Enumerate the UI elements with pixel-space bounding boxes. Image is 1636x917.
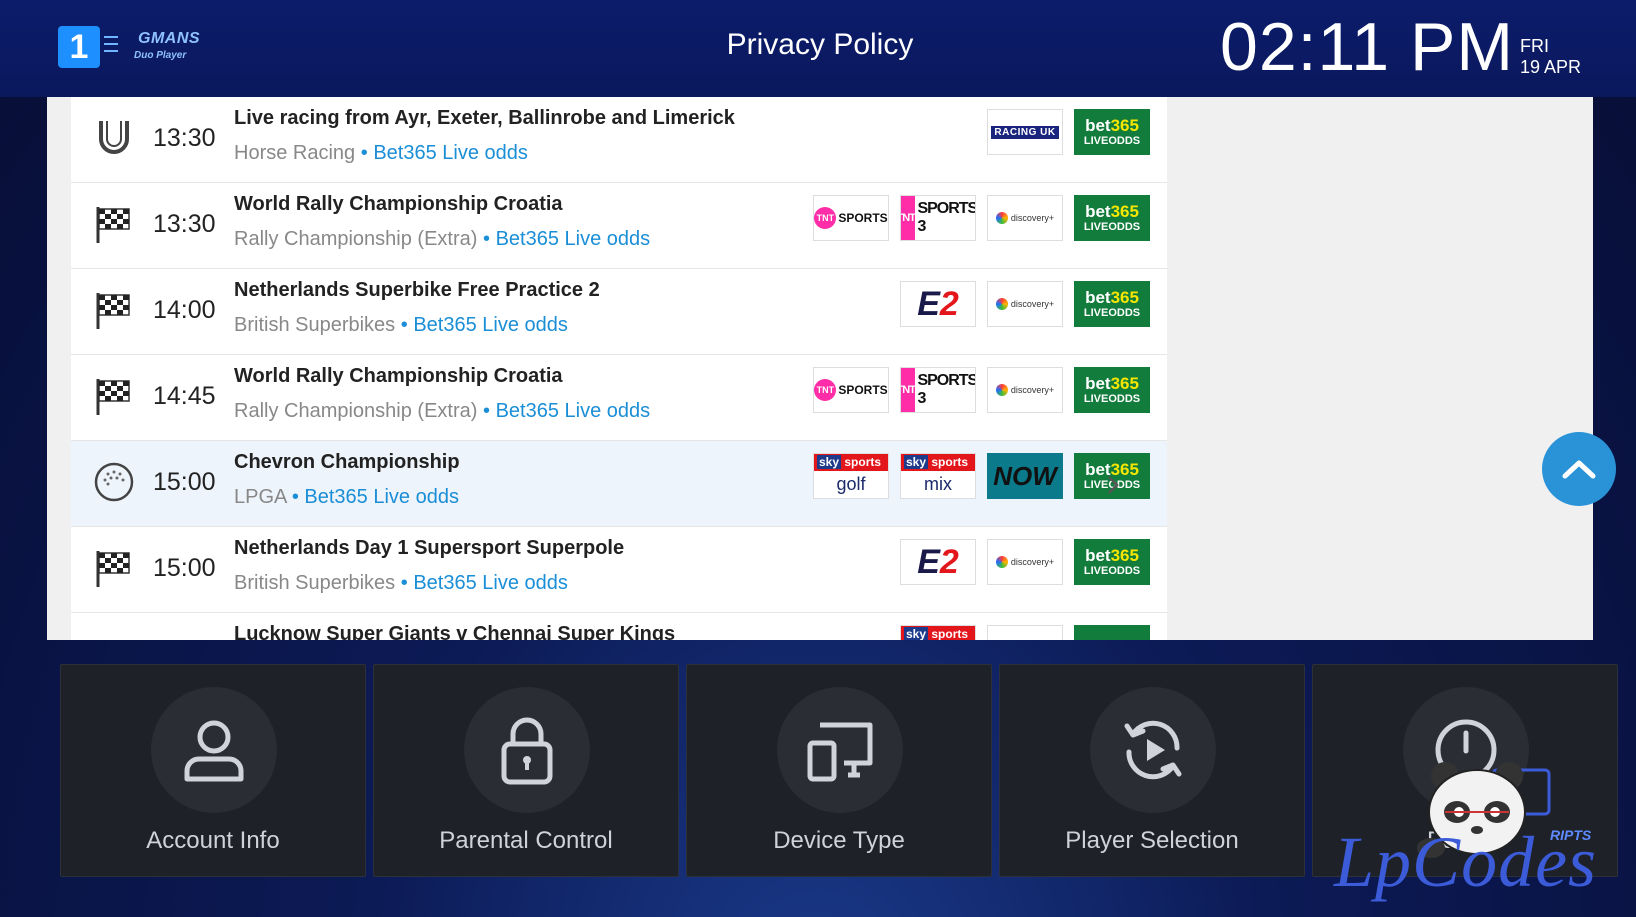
channel-logo-sky-sports: sky sports bbox=[900, 625, 976, 640]
privacy-policy-webview[interactable]: 13:30 Live racing from Ayr, Exeter, Ball… bbox=[47, 97, 1593, 640]
event-title[interactable]: World Rally Championship Croatia bbox=[234, 193, 563, 216]
menu-tile-account-info[interactable]: Account Info bbox=[60, 664, 366, 877]
channel-logo-bet365: bet365 LIVEODDS bbox=[1074, 539, 1150, 585]
channel-logo-eurosport-2: E2 bbox=[900, 281, 976, 327]
event-subtitle: Rally Championship (Extra) • Bet365 Live… bbox=[234, 400, 651, 422]
devices-icon bbox=[807, 722, 873, 782]
clock-date: FRI 19 APR bbox=[1520, 36, 1581, 78]
event-time: 15:00 bbox=[153, 554, 216, 582]
channel-logo-bet365: bet365 LIVEODDS bbox=[1074, 367, 1150, 413]
menu-tile-icon-circle bbox=[151, 687, 277, 813]
live-odds-link[interactable]: Bet365 Live odds bbox=[413, 314, 568, 336]
menu-tile-label: Parental Control bbox=[439, 827, 613, 854]
app-logo: 1 GMANS Duo Player bbox=[58, 26, 218, 70]
chevron-up-icon bbox=[1562, 460, 1596, 479]
page-title: Privacy Policy bbox=[726, 28, 914, 61]
logo-speed-lines bbox=[104, 36, 118, 60]
schedule-row[interactable]: 14:45 World Rally Championship Croatia R… bbox=[71, 355, 1167, 441]
channel-logo-racing-uk: RACING UK bbox=[987, 109, 1063, 155]
event-time: 15:00 bbox=[153, 468, 216, 496]
logo-text: GMANS bbox=[138, 30, 201, 47]
menu-tile-label: Account Info bbox=[146, 827, 280, 854]
event-category: British Superbikes bbox=[234, 314, 396, 336]
watermark-text: LpCodes bbox=[1334, 822, 1598, 902]
channel-logo-sky-sports-mix: sky sports mix bbox=[900, 453, 976, 499]
live-odds-link[interactable]: Bet365 Live odds bbox=[496, 400, 651, 422]
clock-day-month: 19 APR bbox=[1520, 57, 1582, 77]
event-subtitle: LPGA • Bet365 Live odds bbox=[234, 486, 459, 508]
channel-logo-tnt-sports: TNT SPORTS bbox=[813, 195, 889, 241]
event-title[interactable]: Chevron Championship bbox=[234, 451, 460, 474]
event-category: Rally Championship (Extra) bbox=[234, 400, 478, 422]
checkered-flag-icon bbox=[96, 293, 130, 329]
checkered-flag-icon bbox=[96, 379, 130, 415]
channel-logo-partial bbox=[987, 625, 1063, 640]
chevron-right-icon[interactable] bbox=[1105, 473, 1121, 497]
event-title[interactable]: World Rally Championship Croatia bbox=[234, 365, 563, 388]
channel-logo-tnt-sports-3: TNTSPORTS 3 bbox=[900, 367, 976, 413]
play-refresh-icon bbox=[1124, 720, 1182, 780]
menu-tile-device-type[interactable]: Device Type bbox=[686, 664, 992, 877]
event-category: British Superbikes bbox=[234, 572, 396, 594]
live-odds-link[interactable]: Bet365 Live odds bbox=[373, 142, 528, 164]
menu-tile-label: Device Type bbox=[773, 827, 905, 854]
channel-logo-eurosport-2: E2 bbox=[900, 539, 976, 585]
event-subtitle: Horse Racing • Bet365 Live odds bbox=[234, 142, 528, 164]
event-subtitle: British Superbikes • Bet365 Live odds bbox=[234, 314, 568, 336]
schedule-row[interactable]: 13:30 Live racing from Ayr, Exeter, Ball… bbox=[71, 97, 1167, 183]
event-time: 13:30 bbox=[153, 124, 216, 152]
tv-schedule-list[interactable]: 13:30 Live racing from Ayr, Exeter, Ball… bbox=[71, 97, 1167, 640]
event-category: LPGA bbox=[234, 486, 287, 508]
checkered-flag-icon bbox=[96, 207, 130, 243]
event-subtitle: Rally Championship (Extra) • Bet365 Live… bbox=[234, 228, 651, 250]
menu-tile-icon-circle bbox=[777, 687, 903, 813]
header-bar: 1 GMANS Duo Player Privacy Policy 02:11 … bbox=[0, 0, 1636, 97]
event-time: 14:00 bbox=[153, 296, 216, 324]
logo-subtext: Duo Player bbox=[134, 50, 187, 61]
menu-tile-player-selection[interactable]: Player Selection bbox=[999, 664, 1305, 877]
channel-logo-discovery: discovery+ bbox=[987, 281, 1063, 327]
channel-logo-discovery: discovery+ bbox=[987, 539, 1063, 585]
channel-logo-bet365: bet365 LIVEODDS bbox=[1074, 281, 1150, 327]
schedule-row-partial[interactable]: Lucknow Super Giants v Chennai Super Kin… bbox=[71, 613, 1167, 640]
channel-logo-now: NOW bbox=[987, 453, 1063, 499]
horseshoe-icon bbox=[99, 121, 129, 154]
event-time: 13:30 bbox=[153, 210, 216, 238]
golf-ball-icon bbox=[94, 462, 134, 502]
clock-day: FRI bbox=[1520, 36, 1549, 56]
channel-logo-tnt-sports-3: TNTSPORTS 3 bbox=[900, 195, 976, 241]
channel-logo-bet365: bet365 bbox=[1074, 625, 1150, 640]
menu-tile-parental-control[interactable]: Parental Control bbox=[373, 664, 679, 877]
user-icon bbox=[184, 720, 244, 782]
live-odds-link[interactable]: Bet365 Live odds bbox=[496, 228, 651, 250]
event-category: Rally Championship (Extra) bbox=[234, 228, 478, 250]
channel-logo-sky-sports-golf: sky sports golf bbox=[813, 453, 889, 499]
channel-logo-tnt-sports: TNT SPORTS bbox=[813, 367, 889, 413]
channel-logo-bet365: bet365 LIVEODDS bbox=[1074, 195, 1150, 241]
channel-logo-discovery: discovery+ bbox=[987, 367, 1063, 413]
event-title[interactable]: Lucknow Super Giants v Chennai Super Kin… bbox=[234, 623, 675, 640]
menu-tile-icon-circle bbox=[464, 687, 590, 813]
event-subtitle: British Superbikes • Bet365 Live odds bbox=[234, 572, 568, 594]
schedule-row[interactable]: 15:00 Netherlands Day 1 Supersport Super… bbox=[71, 527, 1167, 613]
lock-icon bbox=[501, 717, 553, 785]
schedule-row[interactable]: 14:00 Netherlands Superbike Free Practic… bbox=[71, 269, 1167, 355]
schedule-row-selected[interactable]: 15:00 Chevron Championship LPGA • Bet365… bbox=[71, 441, 1167, 527]
scroll-to-top-button[interactable] bbox=[1542, 432, 1616, 506]
event-title[interactable]: Live racing from Ayr, Exeter, Ballinrobe… bbox=[234, 107, 735, 130]
event-time: 14:45 bbox=[153, 382, 216, 410]
event-category: Horse Racing bbox=[234, 142, 356, 164]
live-odds-link[interactable]: Bet365 Live odds bbox=[304, 486, 459, 508]
menu-tile-label: Player Selection bbox=[1065, 827, 1239, 854]
menu-tile-icon-circle bbox=[1090, 687, 1216, 813]
event-title[interactable]: Netherlands Day 1 Supersport Superpole bbox=[234, 537, 624, 560]
live-odds-link[interactable]: Bet365 Live odds bbox=[413, 572, 568, 594]
clock-time: 02:11 PM bbox=[1220, 9, 1515, 85]
schedule-row[interactable]: 13:30 World Rally Championship Croatia R… bbox=[71, 183, 1167, 269]
channel-logo-discovery: discovery+ bbox=[987, 195, 1063, 241]
channel-logo-bet365: bet365 LIVEODDS bbox=[1074, 109, 1150, 155]
event-title[interactable]: Netherlands Superbike Free Practice 2 bbox=[234, 279, 600, 302]
checkered-flag-icon bbox=[96, 551, 130, 587]
logo-number: 1 bbox=[58, 26, 100, 68]
